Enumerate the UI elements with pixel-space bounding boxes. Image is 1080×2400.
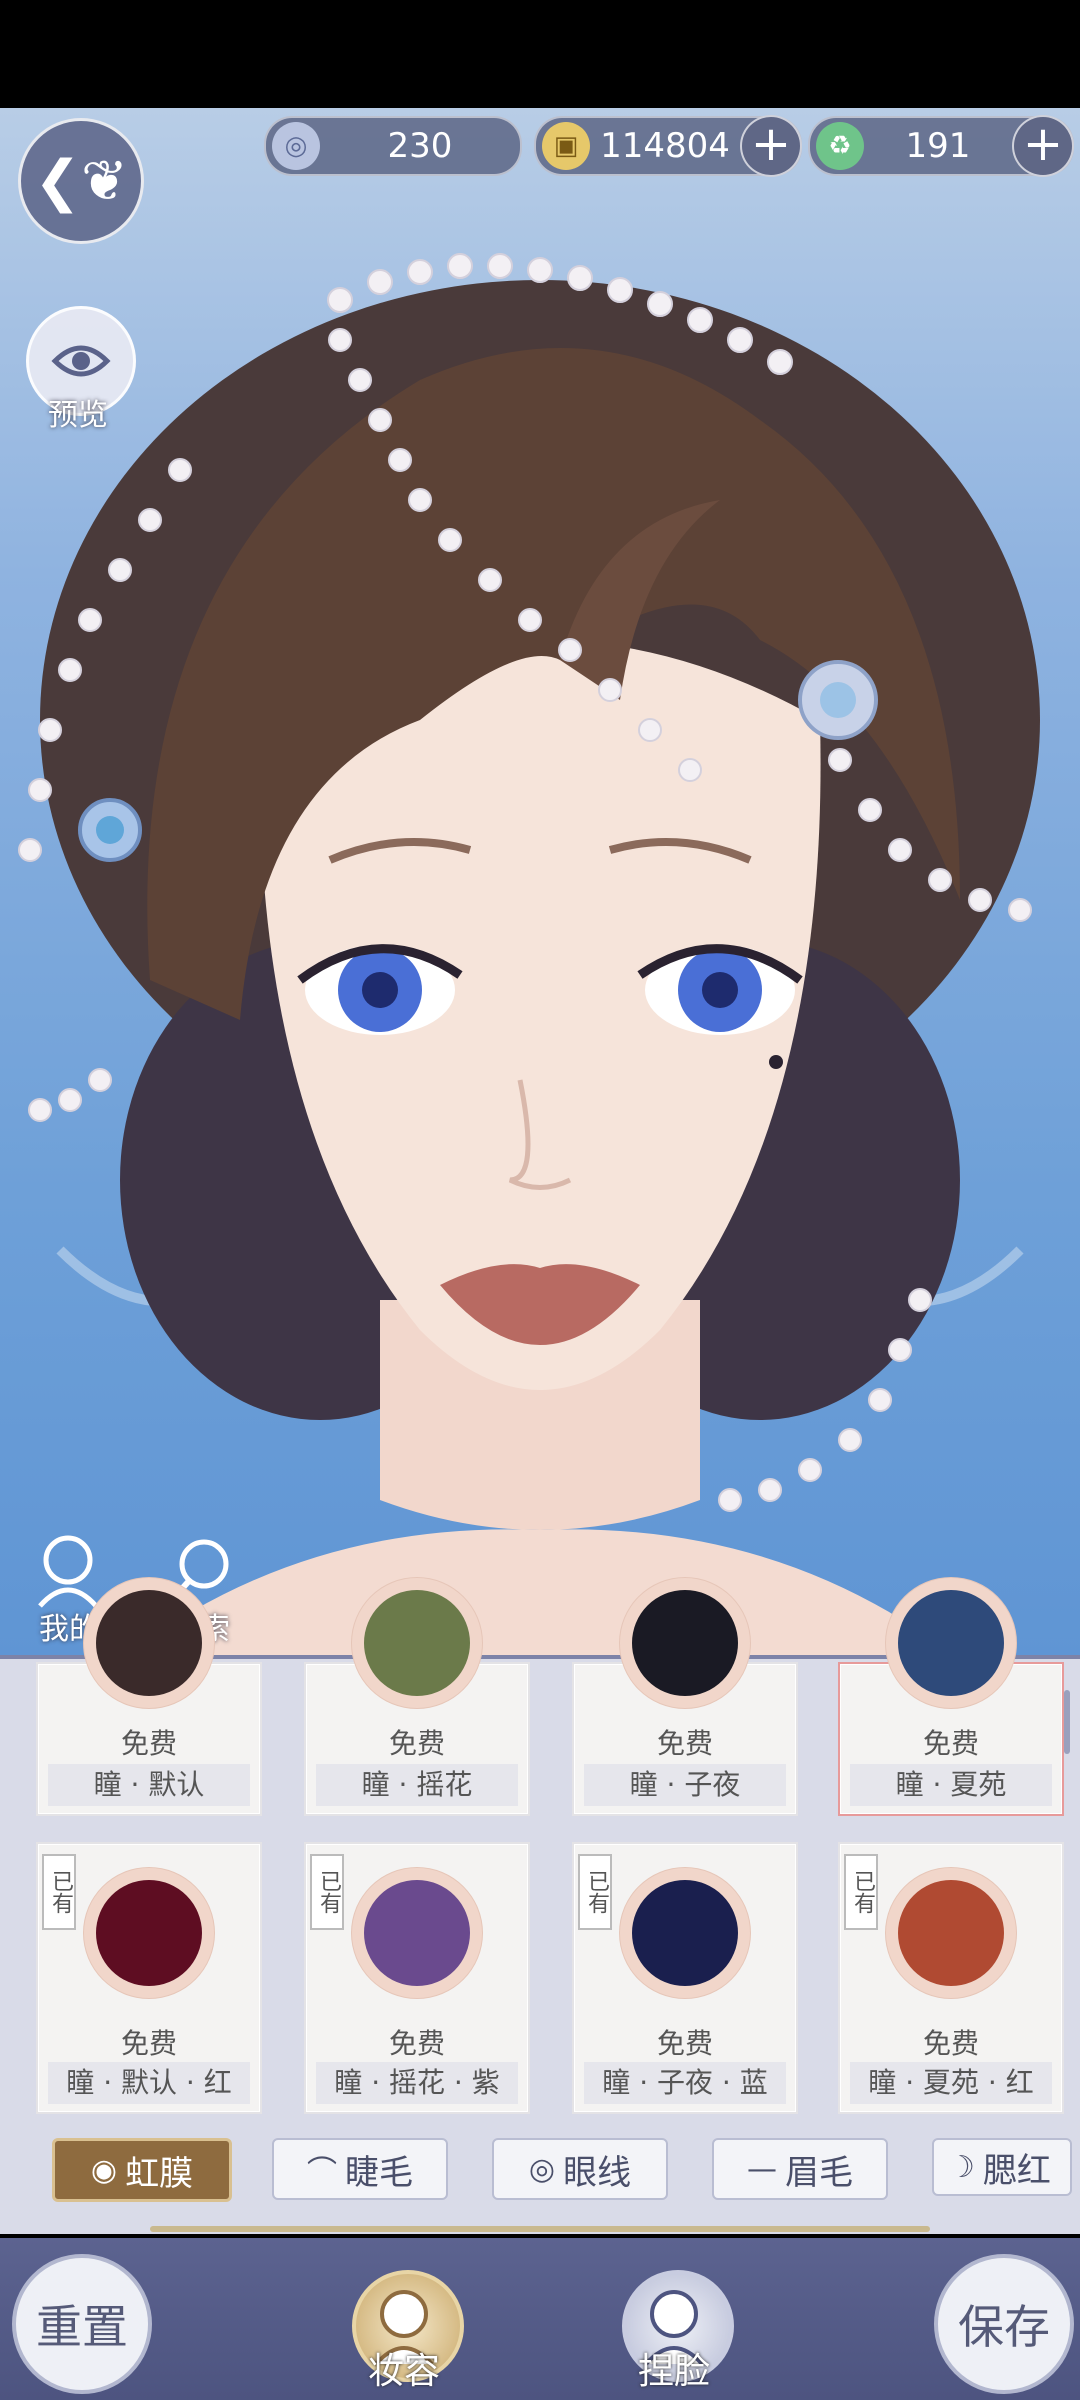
iris-swatch	[96, 1880, 202, 1986]
gold-coin-icon: ▣	[542, 122, 590, 170]
price-label: 免费	[388, 1727, 445, 1760]
makeup-label: 妆容	[367, 2351, 440, 2392]
jade-currency: ♻ 191 +	[808, 115, 1074, 177]
tab-eyeliner[interactable]: ◎ 眼线	[492, 2138, 668, 2200]
mine-button[interactable]	[28, 1530, 108, 1610]
tab-label: 睫毛	[345, 2152, 413, 2193]
character-viewport[interactable]	[0, 108, 1080, 1658]
price-label: 免费	[656, 2027, 713, 2060]
silver-currency: ◎ 230	[264, 116, 522, 176]
iris-thumb	[352, 1868, 482, 1998]
iris-swatch	[364, 1880, 470, 1986]
avatar-icon	[38, 1535, 98, 1608]
jade-value: 191	[905, 126, 971, 166]
iris-thumb	[886, 1578, 1016, 1708]
item-name: 瞳 · 夏苑 · 红	[850, 2062, 1052, 2104]
preview-label: 预览	[48, 398, 108, 433]
owned-tag: 已有	[578, 1854, 612, 1930]
brow-icon: —	[747, 2151, 777, 2187]
iris-thumb	[886, 1868, 1016, 1998]
iris-card-default[interactable]: 免费 瞳 · 默认	[36, 1578, 262, 1816]
owned-tag: 已有	[42, 1854, 76, 1930]
bottom-bar	[0, 2238, 1080, 2400]
item-name: 瞳 · 默认	[48, 1764, 250, 1806]
item-name: 瞳 · 夏苑	[850, 1764, 1052, 1806]
iris-thumb	[620, 1868, 750, 1998]
reset-label: 重置	[36, 2300, 128, 2354]
butterfly-back-icon: ❮❦	[34, 148, 128, 214]
owned-tag: 已有	[844, 1854, 878, 1930]
item-name: 瞳 · 摇花 · 紫	[316, 2062, 518, 2104]
price-label: 免费	[388, 2027, 445, 2060]
character-portrait	[18, 253, 1040, 1658]
iris-thumb	[84, 1578, 214, 1708]
iris-thumb	[352, 1578, 482, 1708]
iris-card-default-red[interactable]: 已有 免费 瞳 · 默认 · 红	[36, 1842, 262, 2114]
iris-card-ziye[interactable]: 免费 瞳 · 子夜	[572, 1578, 798, 1816]
eye-icon: ◎	[528, 2151, 556, 2187]
iris-icon: ◉	[90, 2152, 118, 2188]
item-name: 瞳 · 摇花	[316, 1764, 518, 1806]
iris-thumb	[620, 1578, 750, 1708]
item-name: 瞳 · 默认 · 红	[48, 2062, 250, 2104]
tab-scroll-track	[150, 2226, 930, 2232]
status-bar	[0, 0, 1080, 108]
tab-iris[interactable]: ◉ 虹膜	[52, 2138, 232, 2202]
owned-tag: 已有	[310, 1854, 344, 1930]
face-label: 捏脸	[637, 2351, 710, 2392]
price-label: 免费	[120, 1727, 177, 1760]
iris-card-xiayuan-red[interactable]: 已有 免费 瞳 · 夏苑 · 红	[838, 1842, 1064, 2114]
price-label: 免费	[922, 1727, 979, 1760]
back-button[interactable]: ❮❦	[18, 118, 144, 244]
item-name: 瞳 · 子夜 · 蓝	[584, 2062, 786, 2104]
tab-blush[interactable]: ☽ 腮红	[932, 2138, 1072, 2196]
tab-label: 眼线	[563, 2152, 632, 2193]
iris-card-yaohua[interactable]: 免费 瞳 · 摇花	[304, 1578, 530, 1816]
tab-label: 腮红	[982, 2150, 1051, 2191]
reset-button[interactable]: 重置	[12, 2254, 152, 2394]
silver-coin-icon: ◎	[272, 122, 320, 170]
iris-swatch	[898, 1880, 1004, 1986]
eyelash-icon: ⌒	[307, 2155, 337, 2190]
gold-value: 114804	[600, 126, 730, 166]
gold-currency: ▣ 114804 +	[534, 115, 802, 177]
tab-eyelash[interactable]: ⌒ 睫毛	[272, 2138, 448, 2200]
iris-thumb	[84, 1868, 214, 1998]
price-label: 免费	[120, 2027, 177, 2060]
tab-eyebrow[interactable]: — 眉毛	[712, 2138, 888, 2200]
iris-card-ziye-blue[interactable]: 已有 免费 瞳 · 子夜 · 蓝	[572, 1842, 798, 2114]
item-name: 瞳 · 子夜	[584, 1764, 786, 1806]
blush-icon: ☽	[948, 2149, 975, 2185]
price-label: 免费	[922, 2027, 979, 2060]
save-label: 保存	[958, 2300, 1050, 2354]
price-label: 免费	[656, 1727, 713, 1760]
iris-card-yaohua-purple[interactable]: 已有 免费 瞳 · 摇花 · 紫	[304, 1842, 530, 2114]
scrollbar[interactable]	[1064, 1690, 1070, 1754]
tab-label: 虹膜	[125, 2153, 194, 2194]
save-button[interactable]: 保存	[934, 2254, 1074, 2394]
eye-preview-icon	[51, 345, 111, 377]
iris-card-xiayuan[interactable]: 免费 瞳 · 夏苑	[838, 1578, 1064, 1816]
jade-icon: ♻	[816, 122, 864, 170]
iris-swatch	[632, 1880, 738, 1986]
add-jade-button[interactable]: +	[1012, 115, 1074, 177]
add-gold-button[interactable]: +	[740, 115, 802, 177]
silver-value: 230	[387, 126, 453, 166]
tab-label: 眉毛	[785, 2152, 853, 2193]
